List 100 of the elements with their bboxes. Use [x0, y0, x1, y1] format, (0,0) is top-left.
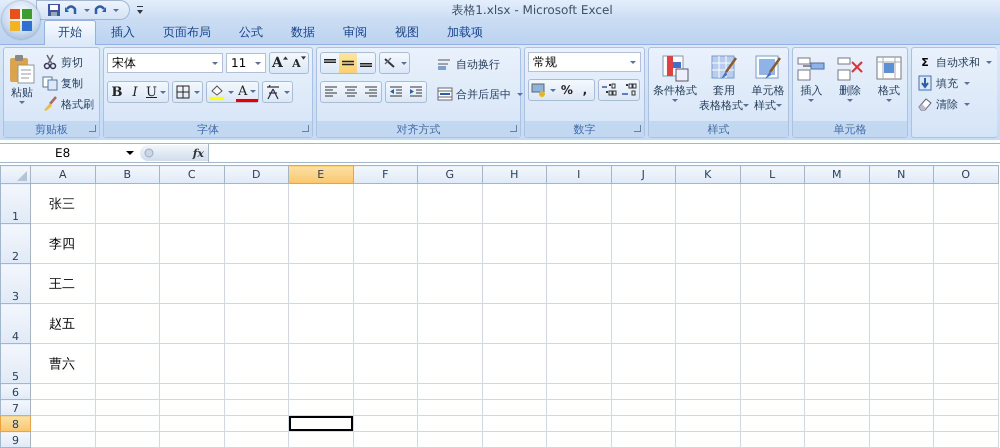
resize-handle-icon — [144, 146, 154, 160]
table-cell: 张三 — [30, 184, 95, 224]
ribbon-tab[interactable]: 公式 — [226, 21, 276, 44]
column-header[interactable]: B — [95, 166, 160, 184]
name-box[interactable]: E8 — [0, 144, 140, 162]
cell-styles-button[interactable]: 单元格 样式 — [750, 52, 786, 121]
dialog-launcher-icon[interactable] — [634, 125, 641, 132]
currency-icon — [530, 82, 547, 98]
caret-icon — [886, 99, 892, 102]
column-header[interactable]: N — [869, 166, 934, 184]
column-header[interactable]: K — [676, 166, 740, 184]
group-label: 单元格 — [834, 122, 867, 136]
group-label: 样式 — [708, 122, 730, 136]
caret-icon — [847, 99, 854, 102]
delete-cells-button[interactable]: 删除 — [835, 52, 866, 121]
ribbon-tab[interactable]: 审阅 — [330, 21, 380, 44]
font-size-dropdown[interactable]: 11 — [226, 53, 266, 73]
cut-button[interactable]: 剪切 — [40, 52, 96, 72]
caret-icon — [228, 90, 234, 94]
column-header[interactable]: F — [353, 166, 418, 184]
column-header[interactable]: O — [934, 166, 998, 184]
column-header[interactable]: A — [30, 166, 95, 184]
align-middle-button[interactable] — [338, 53, 357, 73]
decrease-decimal-icon — [620, 82, 637, 98]
autosum-button[interactable]: Σ 自动求和 — [915, 52, 994, 72]
insert-cells-button[interactable]: 插入 — [796, 52, 826, 121]
ribbon-tab[interactable]: 插入 — [98, 21, 148, 44]
dialog-launcher-icon[interactable] — [302, 125, 309, 132]
dialog-launcher-icon[interactable] — [89, 125, 96, 132]
table-cell: 赵五 — [30, 304, 95, 344]
ribbon-tab[interactable]: 视图 — [382, 21, 432, 44]
number-format-dropdown[interactable]: 常规 — [528, 52, 641, 72]
undo-icon[interactable] — [64, 3, 78, 17]
dialog-launcher-icon[interactable] — [510, 125, 517, 132]
column-header[interactable]: H — [482, 166, 546, 184]
redo-icon[interactable] — [93, 3, 107, 17]
caret-icon — [160, 90, 166, 94]
format-as-table-button[interactable]: 套用 表格格式 — [698, 52, 750, 121]
caret-icon — [126, 151, 134, 155]
save-icon[interactable] — [47, 3, 61, 17]
caret-icon — [250, 90, 256, 93]
fill-button[interactable]: 填充 — [915, 73, 994, 93]
font-name-dropdown[interactable]: 宋体 — [107, 53, 223, 73]
group-label: 剪贴板 — [35, 122, 68, 136]
up-arrow-icon — [282, 56, 288, 60]
row-header[interactable]: 5 — [0, 344, 30, 384]
column-header[interactable]: M — [804, 166, 869, 184]
selected-cell[interactable] — [288, 416, 353, 432]
window-title: 表格1.xlsx - Microsoft Excel — [450, 2, 614, 18]
caret-icon — [630, 60, 636, 64]
row-header[interactable]: 6 — [0, 384, 30, 400]
clear-button[interactable]: 清除 — [915, 94, 994, 114]
column-header[interactable]: J — [611, 166, 676, 184]
table-cell: 李四 — [30, 224, 95, 264]
column-header[interactable]: E — [288, 166, 353, 184]
ribbon-tab[interactable]: 数据 — [278, 21, 328, 44]
table-paintbrush-icon — [710, 54, 738, 82]
row-header[interactable]: 2 — [0, 224, 30, 264]
percent-button[interactable]: % — [558, 80, 576, 100]
paintbrush-icon — [42, 96, 58, 112]
row-header[interactable]: 3 — [0, 264, 30, 304]
group-label: 对齐方式 — [396, 122, 440, 136]
caret-icon — [255, 62, 261, 64]
italic-button[interactable]: I — [126, 82, 144, 102]
paste-button[interactable]: 粘贴 — [7, 52, 37, 121]
scissors-icon — [42, 54, 58, 70]
format-cells-button[interactable]: 格式 — [874, 52, 904, 121]
row-header[interactable]: 1 — [0, 184, 30, 224]
column-header[interactable]: I — [546, 166, 611, 184]
copy-button[interactable]: 复制 — [40, 73, 96, 93]
shrink-font-button[interactable]: A — [290, 53, 308, 73]
ribbon-tab[interactable]: 加载项 — [434, 21, 496, 44]
format-painter-button[interactable]: 格式刷 — [40, 94, 96, 114]
comma-button[interactable]: , — [576, 80, 594, 100]
caret-icon — [672, 99, 678, 102]
row-header[interactable]: 4 — [0, 304, 30, 344]
customize-toolbar-icon[interactable] — [136, 5, 144, 15]
ribbon-tab[interactable]: 页面布局 — [150, 21, 224, 44]
column-header[interactable]: G — [418, 166, 482, 184]
caret-icon — [84, 8, 90, 12]
caret-icon — [986, 60, 992, 64]
grow-font-button[interactable]: A — [270, 53, 290, 73]
caret-icon — [743, 104, 750, 108]
ribbon-tab[interactable]: 开始 — [44, 20, 96, 45]
office-logo-icon — [8, 7, 34, 33]
row-header[interactable]: 7 — [0, 400, 30, 416]
fill-down-icon — [917, 75, 933, 91]
group-label: 字体 — [196, 122, 219, 136]
column-header[interactable]: C — [160, 166, 224, 184]
borders-icon — [174, 84, 191, 100]
insert-function-button[interactable]: fx — [192, 146, 204, 160]
conditional-formatting-button[interactable]: 条件格式 — [652, 52, 698, 121]
row-header[interactable]: 9 — [0, 432, 30, 448]
column-header[interactable]: L — [740, 166, 804, 184]
underline-button[interactable]: U — [144, 82, 168, 102]
bold-button[interactable]: B — [108, 82, 126, 102]
column-header[interactable]: D — [224, 166, 288, 184]
row-header[interactable]: 8 — [0, 416, 30, 432]
paint-bucket-icon — [208, 84, 225, 100]
wrap-text-button[interactable]: 自动换行 — [434, 54, 525, 74]
